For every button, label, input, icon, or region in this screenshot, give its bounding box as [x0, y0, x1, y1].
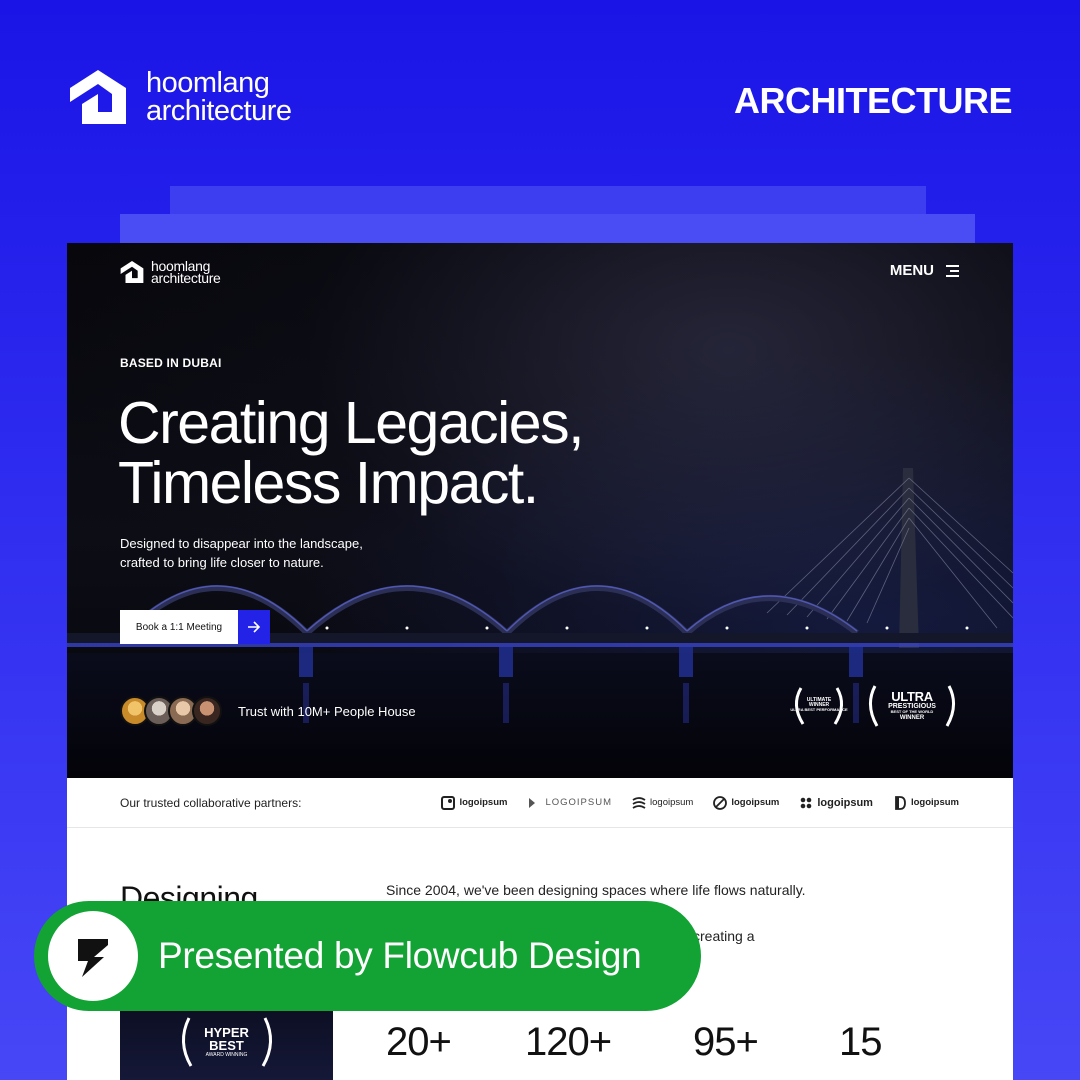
brand-name-line2: architecture: [146, 95, 292, 127]
brand-name: hoomlang architecture: [146, 67, 292, 127]
stat-value: 120+: [525, 1020, 612, 1064]
house-logo-icon: [120, 261, 144, 283]
partners-strip: Our trusted collaborative partners: logo…: [67, 778, 1013, 828]
logoipsum-icon: [895, 795, 906, 810]
about-paragraph: Since 2004, we've been designing spaces …: [386, 882, 806, 898]
hero-headline-line1: Creating Legacies,: [118, 390, 584, 456]
logoipsum-icon: [713, 795, 728, 810]
site-logo[interactable]: hoomlang architecture: [119, 259, 221, 285]
award-badge: ULTRA PRESTIGIOUS BEST OF THE WORLD WINN…: [865, 680, 959, 730]
partner-logo[interactable]: logoipsum: [632, 796, 693, 810]
about-image: HYPER BEST AWARD WINNING: [120, 1010, 333, 1080]
partner-name: logoipsum: [459, 797, 508, 808]
award-text: ULTIMATE WINNER ULTRA BEST PERFORMANCE: [790, 698, 847, 712]
trust-text: Trust with 10M+ People House: [238, 703, 416, 719]
partner-logo[interactable]: logoipsum: [713, 795, 780, 810]
hero-headline-line2: Timeless Impact.: [118, 450, 539, 516]
partner-name: logoipsum: [910, 797, 959, 808]
award-badge: ULTIMATE WINNER ULTRA BEST PERFORMANCE: [789, 680, 849, 730]
partner-name: logoipsum: [817, 796, 873, 809]
logoipsum-icon: [632, 796, 646, 809]
hero-section: hoomlang architecture MENU BASED IN DUBA…: [67, 243, 1013, 778]
partner-logo[interactable]: LOGOIPSUM: [527, 796, 612, 810]
menu-button[interactable]: MENU: [890, 262, 959, 279]
hyper-best-text: HYPER BEST AWARD WINNING: [204, 1026, 249, 1058]
logoipsum-icon: [441, 795, 456, 810]
flowcub-logo-icon: [48, 911, 138, 1001]
about-paragraph-continued: creating a: [693, 928, 755, 944]
stat-value: 95+: [693, 1020, 759, 1064]
site-logo-text: hoomlang architecture: [151, 259, 221, 286]
site-logo-line2: architecture: [151, 270, 221, 286]
category-label: ARCHITECTURE: [734, 80, 1013, 121]
presenter-banner: Presented by Flowcub Design: [34, 901, 701, 1011]
book-meeting-cta[interactable]: Book a 1:1 Meeting: [120, 610, 270, 644]
partners-label: Our trusted collaborative partners:: [120, 795, 302, 810]
trust-row: Trust with 10M+ People House: [120, 696, 416, 726]
arrow-right-icon[interactable]: [238, 610, 270, 644]
partner-name: logoipsum: [650, 797, 694, 808]
stat-value: 15: [839, 1020, 882, 1064]
avatar: [192, 696, 222, 726]
hero-headline: Creating Legacies, Timeless Impact.: [118, 393, 678, 513]
awards-group: ULTIMATE WINNER ULTRA BEST PERFORMANCE U…: [789, 680, 959, 730]
logoipsum-icon: [801, 797, 812, 808]
partner-logo[interactable]: logoipsum: [799, 796, 873, 810]
badge-line2: BEST: [209, 1038, 244, 1053]
award-foot: WINNER: [899, 714, 925, 721]
brand-lockup: hoomlang architecture: [66, 66, 292, 128]
award-bottom: BEST OF THE WORLD: [890, 708, 934, 714]
award-main: ULTRA: [891, 688, 933, 704]
stats-row: 20+ 120+ 95+ 15: [386, 1020, 882, 1065]
stat-value: 20+: [386, 1020, 452, 1064]
brand-name-line1: hoomlang: [146, 67, 270, 99]
award-text: ULTRA PRESTIGIOUS BEST OF THE WORLD WINN…: [888, 690, 936, 721]
presenter-text: Presented by Flowcub Design: [158, 935, 642, 976]
book-meeting-button[interactable]: Book a 1:1 Meeting: [120, 610, 238, 644]
partner-name: logoipsum: [731, 797, 780, 808]
partner-logos: logoipsum LOGOIPSUM logoipsum logoipsum …: [441, 795, 959, 810]
award-bottom: ULTRA BEST PERFORMANCE: [790, 707, 848, 712]
partner-logo[interactable]: logoipsum: [893, 795, 959, 810]
menu-label: MENU: [889, 262, 934, 279]
hamburger-icon: [946, 264, 959, 277]
hero-subtext: Designed to disappear into the landscape…: [120, 534, 400, 572]
avatar-group: [120, 696, 222, 726]
hyper-best-award-badge: HYPER BEST AWARD WINNING: [175, 1012, 279, 1072]
house-logo-icon: [66, 66, 130, 128]
badge-sub: AWARD WINNING: [205, 1052, 248, 1058]
hero-subtext-line1: Designed to disappear into the landscape…: [120, 536, 363, 551]
logoipsum-icon: [529, 797, 536, 808]
partner-logo[interactable]: logoipsum: [441, 795, 508, 810]
hero-subtext-line2: crafted to bring life closer to nature.: [120, 555, 324, 570]
partner-name: LOGOIPSUM: [545, 797, 613, 808]
location-eyebrow: BASED IN DUBAI: [120, 356, 222, 370]
